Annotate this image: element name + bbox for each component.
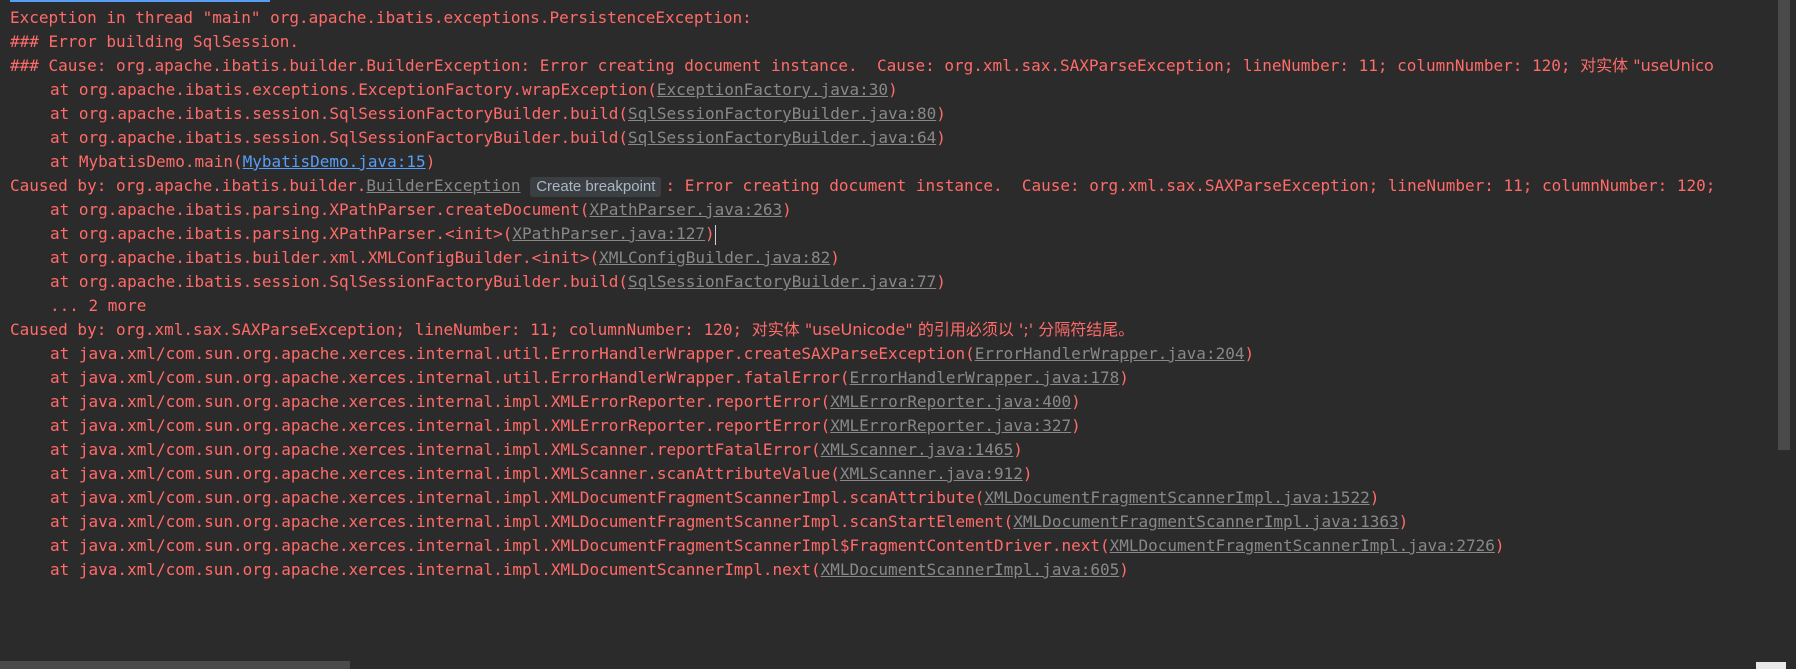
source-link[interactable]: ErrorHandlerWrapper.java:178 bbox=[850, 368, 1120, 387]
stack-frame: at org.apache.ibatis.session.SqlSessionF… bbox=[50, 100, 946, 127]
stack-frame-text: at java.xml/com.sun.org.apache.xerces.in… bbox=[50, 536, 1110, 555]
stack-frame-text: at org.apache.ibatis.parsing.XPathParser… bbox=[50, 200, 590, 219]
source-link[interactable]: XMLScanner.java:1465 bbox=[821, 440, 1014, 459]
source-link[interactable]: XPathParser.java:127 bbox=[512, 224, 705, 243]
text-caret bbox=[714, 224, 716, 245]
stack-frame-close: ) bbox=[1071, 392, 1081, 411]
caused-by-line: Caused by: org.xml.sax.SAXParseException… bbox=[10, 316, 1134, 343]
stack-frame-close: ) bbox=[782, 200, 792, 219]
cause-line: ### Cause: org.apache.ibatis.builder.Bui… bbox=[10, 52, 1714, 79]
stack-frame-text: at java.xml/com.sun.org.apache.xerces.in… bbox=[50, 560, 821, 579]
source-link[interactable]: XMLDocumentFragmentScannerImpl.java:1522 bbox=[984, 488, 1369, 507]
stack-frame-close: ) bbox=[1119, 368, 1129, 387]
user-source-link[interactable]: MybatisDemo.java:15 bbox=[243, 152, 426, 171]
stack-frame-close: ) bbox=[936, 128, 946, 147]
stack-frame-text: at java.xml/com.sun.org.apache.xerces.in… bbox=[50, 440, 821, 459]
caused-by-text: Caused by: org.xml.sax.SAXParseException… bbox=[10, 320, 752, 339]
stack-frame: at java.xml/com.sun.org.apache.xerces.in… bbox=[50, 340, 1254, 367]
source-link[interactable]: XPathParser.java:263 bbox=[589, 200, 782, 219]
source-link[interactable]: SqlSessionFactoryBuilder.java:77 bbox=[628, 272, 936, 291]
source-link[interactable]: SqlSessionFactoryBuilder.java:80 bbox=[628, 104, 936, 123]
source-link[interactable]: XMLConfigBuilder.java:82 bbox=[599, 248, 830, 267]
console-output[interactable]: Exception in thread "main" org.apache.ib… bbox=[0, 0, 1776, 660]
more-frames-line: ... 2 more bbox=[50, 296, 147, 315]
exception-class-link[interactable]: BuilderException bbox=[366, 176, 520, 195]
scrollbar-corner bbox=[1756, 662, 1786, 669]
stack-frame-text: at java.xml/com.sun.org.apache.xerces.in… bbox=[50, 488, 985, 507]
stack-frame-text: at MybatisDemo.main( bbox=[50, 152, 243, 171]
source-link[interactable]: ErrorHandlerWrapper.java:204 bbox=[975, 344, 1245, 363]
stack-frame-close: ) bbox=[888, 80, 898, 99]
stack-frame: at java.xml/com.sun.org.apache.xerces.in… bbox=[50, 460, 1033, 487]
stack-frame-text: at java.xml/com.sun.org.apache.xerces.in… bbox=[50, 392, 831, 411]
stack-frame: at java.xml/com.sun.org.apache.xerces.in… bbox=[50, 484, 1379, 511]
caused-by-line: Caused by: org.apache.ibatis.builder.Bui… bbox=[10, 172, 1715, 199]
stack-frame: at org.apache.ibatis.session.SqlSessionF… bbox=[50, 124, 946, 151]
create-breakpoint-hint[interactable]: Create breakpoint bbox=[530, 176, 662, 197]
stack-frame-text: at java.xml/com.sun.org.apache.xerces.in… bbox=[50, 512, 1014, 531]
stack-frame-text: at java.xml/com.sun.org.apache.xerces.in… bbox=[50, 344, 975, 363]
source-link[interactable]: XMLDocumentFragmentScannerImpl.java:2726 bbox=[1110, 536, 1495, 555]
stack-frame: at org.apache.ibatis.session.SqlSessionF… bbox=[50, 268, 946, 295]
stack-frame-text: at org.apache.ibatis.parsing.XPathParser… bbox=[50, 224, 513, 243]
stack-frame: at MybatisDemo.main(MybatisDemo.java:15) bbox=[50, 148, 435, 175]
stack-frame: at java.xml/com.sun.org.apache.xerces.in… bbox=[50, 532, 1505, 559]
stack-frame-close: ) bbox=[1398, 512, 1409, 531]
source-link[interactable]: XMLDocumentScannerImpl.java:605 bbox=[821, 560, 1120, 579]
stack-frame-close: ) bbox=[1022, 464, 1033, 483]
source-link[interactable]: ExceptionFactory.java:30 bbox=[657, 80, 888, 99]
caused-by-cjk-text: 对实体 "useUnicode" 的引用必须以 ';' 分隔符结尾。 bbox=[751, 320, 1135, 339]
stack-frame: at java.xml/com.sun.org.apache.xerces.in… bbox=[50, 556, 1129, 583]
stack-frame: at org.apache.ibatis.parsing.XPathParser… bbox=[50, 196, 792, 223]
stack-frame-close: ) bbox=[1119, 560, 1129, 579]
exception-header: Exception in thread "main" org.apache.ib… bbox=[10, 8, 752, 27]
stack-frame: at java.xml/com.sun.org.apache.xerces.in… bbox=[50, 388, 1081, 415]
vertical-scrollbar-thumb[interactable] bbox=[1778, 0, 1790, 450]
stack-frame-text: at org.apache.ibatis.session.SqlSessionF… bbox=[50, 128, 628, 147]
stack-frame-text: at java.xml/com.sun.org.apache.xerces.in… bbox=[50, 416, 831, 435]
previous-line-link-fragment bbox=[10, 0, 270, 2]
stack-frame-text: at org.apache.ibatis.session.SqlSessionF… bbox=[50, 104, 628, 123]
error-building-line: ### Error building SqlSession. bbox=[10, 32, 299, 51]
source-link[interactable]: XMLErrorReporter.java:327 bbox=[830, 416, 1071, 435]
source-link[interactable]: XMLScanner.java:912 bbox=[840, 464, 1023, 483]
stack-frame-close: ) bbox=[1494, 536, 1505, 555]
stack-frame-text: at org.apache.ibatis.session.SqlSessionF… bbox=[50, 272, 628, 291]
stack-frame-close: ) bbox=[830, 248, 840, 267]
stack-frame-text: at org.apache.ibatis.exceptions.Exceptio… bbox=[50, 80, 657, 99]
stack-frame-close: ) bbox=[705, 224, 715, 243]
stack-frame: at java.xml/com.sun.org.apache.xerces.in… bbox=[50, 436, 1023, 463]
stack-frame: at org.apache.ibatis.exceptions.Exceptio… bbox=[50, 76, 898, 103]
stack-frame-close: ) bbox=[1244, 344, 1255, 363]
stack-frame-text: at org.apache.ibatis.builder.xml.XMLConf… bbox=[50, 248, 600, 267]
caused-by-text: Caused by: org.apache.ibatis.builder. bbox=[10, 176, 367, 195]
stack-frame-close: ) bbox=[1071, 416, 1081, 435]
stack-frame-close: ) bbox=[425, 152, 436, 171]
source-link[interactable]: XMLDocumentFragmentScannerImpl.java:1363 bbox=[1013, 512, 1398, 531]
stack-frame-close: ) bbox=[1013, 440, 1023, 459]
stack-frame-close: ) bbox=[1369, 488, 1380, 507]
caused-by-rest: : Error creating document instance. Caus… bbox=[665, 176, 1716, 195]
stack-frame: at org.apache.ibatis.builder.xml.XMLConf… bbox=[50, 244, 840, 271]
stack-frame: at org.apache.ibatis.parsing.XPathParser… bbox=[50, 220, 716, 247]
source-link[interactable]: SqlSessionFactoryBuilder.java:64 bbox=[628, 128, 936, 147]
stack-frame: at java.xml/com.sun.org.apache.xerces.in… bbox=[50, 412, 1081, 439]
cause-cjk-text: 对实体 "useUnico bbox=[1580, 56, 1714, 75]
source-link[interactable]: XMLErrorReporter.java:400 bbox=[830, 392, 1071, 411]
cause-text: ### Cause: org.apache.ibatis.builder.Bui… bbox=[10, 56, 1581, 75]
stack-frame: at java.xml/com.sun.org.apache.xerces.in… bbox=[50, 508, 1408, 535]
horizontal-scrollbar-thumb[interactable] bbox=[0, 661, 350, 669]
stack-frame-close: ) bbox=[936, 104, 946, 123]
stack-frame-close: ) bbox=[936, 272, 946, 291]
stack-frame-text: at java.xml/com.sun.org.apache.xerces.in… bbox=[50, 464, 840, 483]
stack-frame-text: at java.xml/com.sun.org.apache.xerces.in… bbox=[50, 368, 850, 387]
stack-frame: at java.xml/com.sun.org.apache.xerces.in… bbox=[50, 364, 1129, 391]
